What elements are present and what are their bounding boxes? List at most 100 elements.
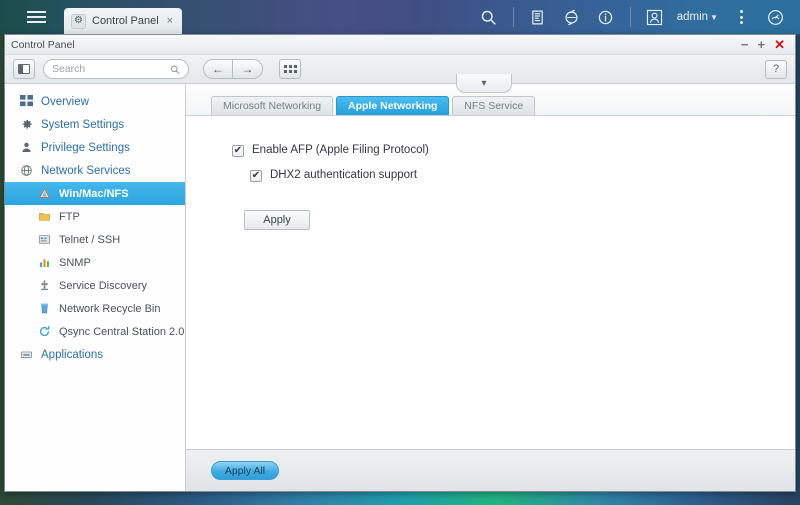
checkbox-enable-afp[interactable]: ✔ <box>232 145 244 157</box>
window-controls: − + ✕ <box>741 38 789 51</box>
sidebar-item-applications[interactable]: Applications <box>5 343 185 366</box>
sidebar-item-system-settings[interactable]: System Settings <box>5 113 185 136</box>
kebab-dots <box>739 10 743 24</box>
sidebar-item-label: Telnet / SSH <box>59 233 121 246</box>
search-input[interactable] <box>52 63 170 75</box>
sidebar-item-label: Service Discovery <box>59 279 148 292</box>
grid-dot <box>283 70 287 73</box>
tab-label: Apple Networking <box>348 100 438 112</box>
sidebar-item-label: System Settings <box>41 118 125 131</box>
sidebar-item-label: FTP <box>59 210 80 223</box>
applications-icon <box>19 347 34 362</box>
sidebar-item-label: Network Services <box>41 164 131 177</box>
content-area: ▾ Microsoft Networking Apple Networking … <box>186 74 795 491</box>
sidebar-item-label: SNMP <box>59 256 91 269</box>
recycle-bin-icon <box>37 301 52 316</box>
tab-strip: ▾ Microsoft Networking Apple Networking … <box>186 74 795 116</box>
sidebar-item-label: Win/Mac/NFS <box>59 187 129 200</box>
option-dhx2-authentication[interactable]: ✔ DHX2 authentication support <box>250 169 795 182</box>
option-enable-afp[interactable]: ✔ Enable AFP (Apple Filing Protocol) <box>232 144 795 157</box>
grid-dot <box>293 70 297 73</box>
grid-dot <box>288 70 292 73</box>
close-button[interactable]: ✕ <box>774 38 785 51</box>
hamburger-line <box>26 21 46 23</box>
sidebar-toggle-icon[interactable] <box>13 59 35 79</box>
content-footer: Apply All <box>186 449 795 491</box>
sidebar-item-label: Applications <box>41 348 104 361</box>
divider <box>629 7 631 27</box>
divider <box>512 7 514 27</box>
sidebar-item-label: Network Recycle Bin <box>59 302 161 315</box>
grid-dot <box>283 65 287 68</box>
apply-button[interactable]: Apply <box>244 210 310 230</box>
kebab-dot <box>739 21 743 24</box>
sidebar-item-service-discovery[interactable]: Service Discovery <box>5 274 185 297</box>
window-toolbar: ← → ? <box>5 55 795 84</box>
apps-grid-icon <box>283 65 297 73</box>
panel-glyph <box>18 64 30 74</box>
minimize-button[interactable]: − <box>741 38 749 51</box>
info-icon[interactable] <box>589 0 623 34</box>
search-icon <box>170 64 180 74</box>
sidebar-item-label: Overview <box>41 95 89 108</box>
taskbar-tab-label: Control Panel <box>92 15 159 27</box>
notes-icon[interactable] <box>521 0 555 34</box>
top-bar-actions: admin ▼ <box>472 0 800 34</box>
apps-grid-button[interactable] <box>279 59 301 79</box>
back-arrow-icon: ← <box>212 62 224 76</box>
grid-dot <box>293 65 297 68</box>
page-title: Control Panel <box>11 38 75 51</box>
tab-microsoft-networking[interactable]: Microsoft Networking <box>211 96 334 115</box>
resource-monitor-icon[interactable] <box>758 0 792 34</box>
sidebar-item-ftp[interactable]: FTP <box>5 205 185 228</box>
help-label: ? <box>772 63 780 75</box>
option-label: Enable AFP (Apple Filing Protocol) <box>252 144 429 156</box>
folder-icon <box>37 209 52 224</box>
network-share-icon <box>37 186 52 201</box>
back-button[interactable]: ← <box>203 59 233 79</box>
user-avatar-icon[interactable] <box>638 0 672 34</box>
apple-networking-pane: ✔ Enable AFP (Apple Filing Protocol) ✔ D… <box>186 116 795 449</box>
search-icon[interactable] <box>472 0 506 34</box>
terminal-icon <box>37 232 52 247</box>
globe-icon <box>19 163 34 178</box>
kebab-dot <box>739 15 743 19</box>
hamburger-icon[interactable] <box>18 0 54 34</box>
search-input-wrapper[interactable] <box>43 59 189 79</box>
gear-icon <box>19 117 34 132</box>
sidebar-item-network-recycle-bin[interactable]: Network Recycle Bin <box>5 297 185 320</box>
tab-nfs-service[interactable]: NFS Service <box>452 96 536 115</box>
sync-circle-icon <box>37 324 52 339</box>
help-button[interactable]: ? <box>765 59 787 79</box>
kebab-dot <box>739 10 743 13</box>
apply-all-button[interactable]: Apply All <box>211 461 279 480</box>
sidebar: Overview System Settings Privilege Setti… <box>5 84 186 491</box>
user-icon <box>19 140 34 155</box>
sidebar-item-privilege-settings[interactable]: Privilege Settings <box>5 136 185 159</box>
user-name-label[interactable]: admin <box>677 11 708 23</box>
forward-arrow-icon: → <box>241 62 254 76</box>
tab-apple-networking[interactable]: Apple Networking <box>336 96 450 115</box>
grid-icon <box>19 94 34 109</box>
desktop-top-bar: ⚙ Control Panel × admin ▼ <box>0 0 800 34</box>
sidebar-item-win-mac-nfs[interactable]: Win/Mac/NFS <box>5 182 185 205</box>
more-options-icon[interactable] <box>724 0 758 34</box>
chevron-down-icon[interactable]: ▼ <box>710 13 718 22</box>
sidebar-item-qsync-central-station[interactable]: Qsync Central Station 2.0 <box>5 320 185 343</box>
taskbar-tab-control-panel[interactable]: ⚙ Control Panel × <box>64 8 183 34</box>
chevron-down-icon[interactable]: ▾ <box>456 74 512 93</box>
checkbox-dhx2-authentication[interactable]: ✔ <box>250 170 262 182</box>
window-title-bar: Control Panel − + ✕ <box>5 35 795 55</box>
forward-button[interactable]: → <box>233 59 263 79</box>
close-icon[interactable]: × <box>165 15 175 27</box>
sync-icon[interactable] <box>555 0 589 34</box>
sidebar-item-label: Qsync Central Station 2.0 <box>59 325 185 338</box>
sidebar-item-overview[interactable]: Overview <box>5 90 185 113</box>
maximize-button[interactable]: + <box>758 38 766 51</box>
sidebar-item-network-services[interactable]: Network Services <box>5 159 185 182</box>
sidebar-item-snmp[interactable]: SNMP <box>5 251 185 274</box>
navigation-buttons: ← → <box>203 59 263 79</box>
gear-icon: ⚙ <box>71 13 86 29</box>
bar-chart-icon <box>37 255 52 270</box>
sidebar-item-telnet-ssh[interactable]: Telnet / SSH <box>5 228 185 251</box>
